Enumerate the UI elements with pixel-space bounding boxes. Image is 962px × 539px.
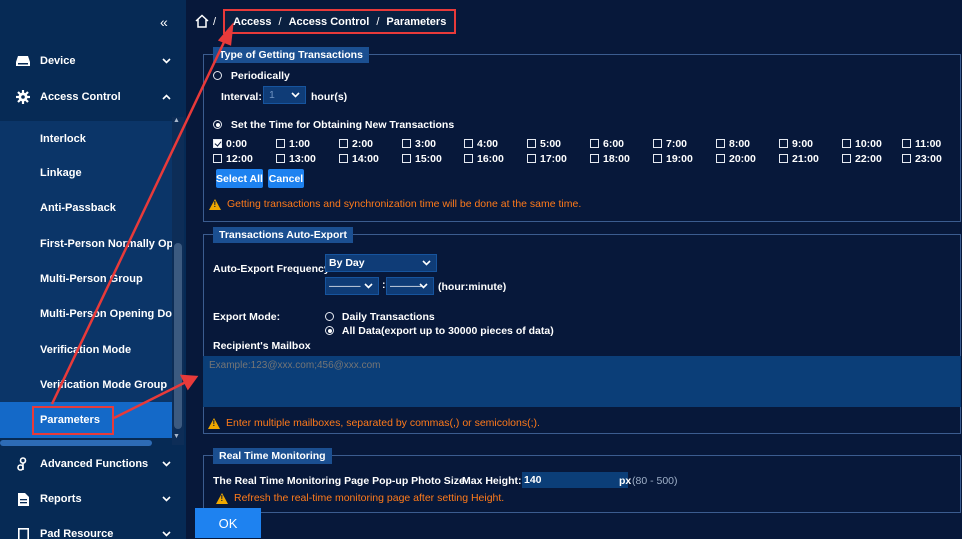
annotation-arrow-to-breadcrumb: [50, 37, 228, 405]
annotation-arrow-to-mailbox: [113, 380, 187, 420]
arrowhead: [179, 374, 199, 391]
annotation-arrows: [50, 22, 234, 420]
arrowhead: [217, 22, 234, 46]
